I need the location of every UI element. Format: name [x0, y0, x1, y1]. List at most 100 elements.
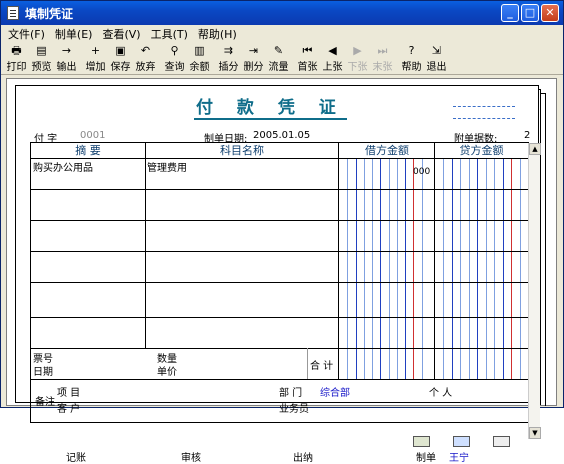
menu-view[interactable]: 查看(V): [97, 26, 145, 42]
close-button[interactable]: ✕: [541, 4, 559, 22]
toolbar-label: 帮助: [401, 62, 422, 73]
person-label: 个 人: [429, 388, 453, 399]
grid-line: [396, 348, 398, 379]
menu-edit[interactable]: 制单(E): [50, 26, 98, 42]
grid-line: [477, 158, 479, 348]
voucher-table: 摘 要 科目名称 借方金额 贷方金额 购买办公用品 管理费用 000 票号 日期…: [30, 142, 541, 439]
auditor-label: 审核: [181, 453, 201, 464]
grid-line: [443, 158, 445, 348]
row2-summary[interactable]: [32, 190, 144, 219]
grid-line: [380, 158, 382, 348]
toolbar-button-prev[interactable]: ◀ 上张: [320, 44, 345, 74]
divider: [434, 143, 435, 379]
card-icon[interactable]: [453, 436, 470, 447]
toolbar-button-balance[interactable]: ▥ 余额: [187, 44, 212, 74]
row1-summary[interactable]: 购买办公用品: [33, 159, 93, 174]
toolbar-button-preview[interactable]: ▤ 预览: [29, 44, 54, 74]
toolbar-button-delete-row[interactable]: ⇥ 删分: [241, 44, 266, 74]
scrollbar[interactable]: ▲ ▼: [528, 143, 541, 439]
toolbar-label: 流量: [268, 62, 289, 73]
divider: [31, 317, 530, 318]
toolbar: 🖶 打印 ▤ 预览 → 输出 + 增加 ▣ 保存 ↶ 放弃 ⚲ 查询 ▥ 余额 ⇉ 插分 ⇥ 删分 ✎ 流量 ⏮ 首张 ◀ 上张 ▶…: [1, 43, 563, 75]
export-icon: →: [61, 43, 72, 57]
department-value[interactable]: 综合部: [320, 384, 350, 399]
grid-line: [477, 348, 479, 379]
row1-debit[interactable]: 000: [413, 167, 430, 177]
toolbar-label: 退出: [426, 62, 447, 73]
voucher-area: 付 款 凭 证 付 字 0001 制单日期: 2005.01.05 附单据数: …: [6, 78, 557, 464]
divider: [307, 348, 308, 379]
menu-tools[interactable]: 工具(T): [146, 26, 193, 42]
row1-account[interactable]: 管理费用: [147, 159, 187, 174]
prev-icon: ◀: [328, 43, 337, 57]
voucher-extra-field[interactable]: [453, 106, 515, 119]
grid-line: [494, 158, 496, 348]
maximize-button[interactable]: □: [521, 4, 539, 22]
toolbar-label: 删分: [243, 62, 264, 73]
help-icon: ?: [408, 43, 415, 57]
toolbar-button-help[interactable]: ? 帮助: [399, 44, 424, 74]
grid-line: [372, 348, 374, 379]
toolbar-label: 预览: [31, 62, 52, 73]
grid-line: [347, 158, 349, 348]
toolbar-button-print[interactable]: 🖶 打印: [4, 44, 29, 74]
grid-line: [468, 158, 470, 348]
grid-line: [363, 348, 365, 379]
toolbar-button-exit[interactable]: ⇲ 退出: [424, 44, 449, 74]
undo-icon: ↶: [140, 43, 151, 57]
voucher-date[interactable]: 2005.01.05: [253, 130, 310, 141]
voucher-number[interactable]: 0001: [80, 130, 105, 141]
toolbar-button-export[interactable]: → 输出: [54, 44, 79, 74]
scroll-down-arrow[interactable]: ▼: [529, 427, 541, 439]
print-icon: 🖶: [11, 43, 22, 57]
menu-help[interactable]: 帮助(H): [193, 26, 242, 42]
toolbar-button-last[interactable]: ⏭ 末张: [370, 44, 395, 74]
department-label: 部 门: [279, 388, 303, 399]
grid-line: [511, 348, 513, 379]
grid-line: [405, 158, 407, 348]
page-shadow: [540, 93, 546, 406]
grid-line: [388, 158, 390, 348]
grid-line: [519, 158, 521, 348]
menu-bar: 文件(F) 制单(E) 查看(V) 工具(T) 帮助(H): [1, 25, 563, 43]
grid-line: [380, 348, 382, 379]
toolbar-button-cashflow[interactable]: ✎ 流量: [266, 44, 291, 74]
next-icon: ▶: [353, 43, 362, 57]
cashflow-icon: ✎: [273, 43, 284, 57]
voucher-paper: 付 款 凭 证 付 字 0001 制单日期: 2005.01.05 附单据数: …: [15, 85, 541, 464]
toolbar-button-first[interactable]: ⏮ 首张: [295, 44, 320, 74]
minimize-button[interactable]: _: [501, 4, 519, 22]
grid-line: [363, 158, 365, 348]
menu-file[interactable]: 文件(F): [3, 26, 50, 42]
save-icon: ▣: [115, 43, 126, 57]
tools-icon[interactable]: [493, 436, 510, 447]
grid-line: [519, 348, 521, 379]
grid-line: [388, 348, 390, 379]
debit-total-grid: [339, 348, 430, 379]
toolbar-button-binoculars[interactable]: ⚲ 查询: [162, 44, 187, 74]
grid-line: [443, 348, 445, 379]
debit-header: 借方金额: [365, 144, 409, 157]
attachments-count[interactable]: 2: [524, 130, 530, 141]
remark-label: 备注: [35, 397, 55, 408]
row4-summary[interactable]: [32, 252, 144, 281]
binoculars-icon: ⚲: [170, 43, 179, 57]
row5-summary[interactable]: [32, 283, 144, 316]
toolbar-button-undo[interactable]: ↶ 放弃: [133, 44, 158, 74]
toolbar-button-add[interactable]: + 增加: [83, 44, 108, 74]
app-icon: [7, 6, 19, 20]
maker-label: 制单: [416, 453, 436, 464]
toolbar-label: 查询: [164, 62, 185, 73]
summary-header: 摘 要: [75, 144, 101, 157]
scroll-up-arrow[interactable]: ▲: [529, 143, 541, 155]
toolbar-button-next[interactable]: ▶ 下张: [345, 44, 370, 74]
toolbar-button-insert-row[interactable]: ⇉ 插分: [216, 44, 241, 74]
grid-line: [468, 348, 470, 379]
last-icon: ⏭: [377, 43, 388, 57]
delete-row-icon: ⇥: [248, 43, 259, 57]
toolbar-label: 输出: [56, 62, 77, 73]
row3-summary[interactable]: [32, 221, 144, 250]
reference-icon[interactable]: [413, 436, 430, 447]
toolbar-button-save[interactable]: ▣ 保存: [108, 44, 133, 74]
debit-grid: [339, 158, 430, 348]
